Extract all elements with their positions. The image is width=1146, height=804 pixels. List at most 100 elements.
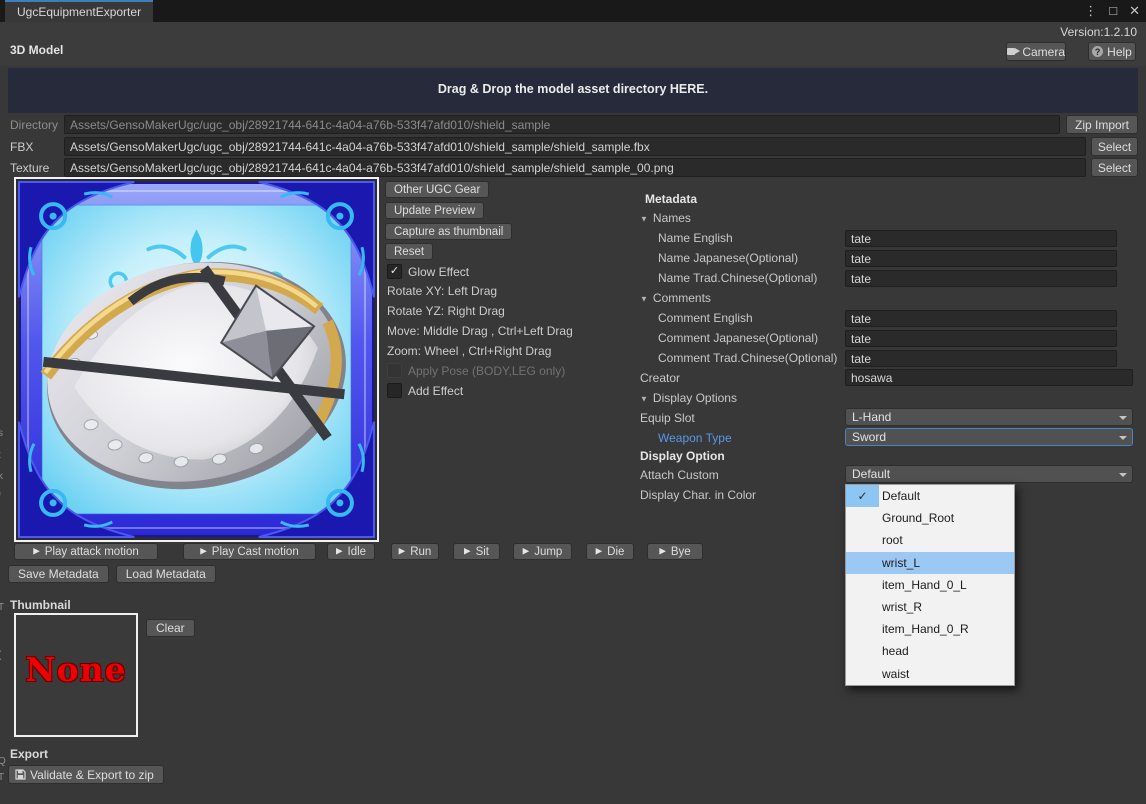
bye-button[interactable]: ▶ Bye bbox=[647, 543, 703, 560]
play-cast-motion-button[interactable]: ▶ Play Cast motion bbox=[183, 543, 316, 560]
reset-button[interactable]: Reset bbox=[385, 243, 433, 260]
close-icon[interactable]: ✕ bbox=[1129, 0, 1140, 22]
hint-zoom: Zoom: Wheel , Ctrl+Right Drag bbox=[387, 344, 551, 358]
display-char-label: Display Char. in Color bbox=[640, 488, 756, 502]
model-drop-zone[interactable]: Drag & Drop the model asset directory HE… bbox=[8, 68, 1138, 113]
chevron-down-icon bbox=[1119, 416, 1127, 420]
play-icon: ▶ bbox=[336, 546, 343, 557]
creator-label: Creator bbox=[640, 371, 680, 385]
texture-field[interactable]: Assets/GensoMakerUgc/ugc_obj/28921744-64… bbox=[64, 158, 1086, 177]
validate-export-button[interactable]: Validate & Export to zip bbox=[8, 765, 164, 784]
chevron-down-icon bbox=[1119, 436, 1127, 440]
maximize-icon[interactable]: □ bbox=[1109, 0, 1117, 22]
weapon-type-dropdown[interactable]: Sword bbox=[845, 428, 1133, 446]
selected-check-icon: ✓ bbox=[846, 485, 879, 507]
add-effect-checkbox[interactable]: Add Effect bbox=[387, 383, 463, 398]
version-label: Version:1.2.10 bbox=[1060, 25, 1137, 39]
attach-custom-popup: ✓ Default Ground_Root root wrist_L item_… bbox=[845, 484, 1015, 686]
save-metadata-button[interactable]: Save Metadata bbox=[8, 565, 109, 583]
comment-english-field[interactable]: tate bbox=[845, 310, 1117, 327]
comments-foldout[interactable]: ▼ Comments bbox=[640, 291, 711, 305]
fbx-select-button[interactable]: Select bbox=[1091, 137, 1138, 156]
comment-japanese-field[interactable]: tate bbox=[845, 330, 1117, 347]
help-button[interactable]: ? Help bbox=[1088, 42, 1136, 61]
name-chinese-field[interactable]: tate bbox=[845, 270, 1117, 287]
popup-item-ground-root[interactable]: Ground_Root bbox=[846, 507, 1014, 529]
comment-chinese-field[interactable]: tate bbox=[845, 350, 1117, 367]
die-button[interactable]: ▶ Die bbox=[586, 543, 634, 560]
play-attack-motion-button[interactable]: ▶ Play attack motion bbox=[14, 543, 158, 560]
toolbar: Version:1.2.10 3D Model Camera ? Help bbox=[0, 22, 1146, 66]
clear-thumbnail-button[interactable]: Clear bbox=[146, 619, 195, 637]
save-icon bbox=[15, 769, 26, 780]
tab-title: UgcEquipmentExporter bbox=[17, 5, 141, 19]
export-header: Export bbox=[10, 747, 48, 761]
run-button[interactable]: ▶ Run bbox=[391, 543, 439, 560]
sit-button[interactable]: ▶ Sit bbox=[453, 543, 500, 560]
fbx-label: FBX bbox=[10, 137, 33, 156]
foldout-open-icon: ▼ bbox=[640, 394, 648, 403]
comment-english-label: Comment English bbox=[658, 311, 753, 325]
play-icon: ▶ bbox=[399, 546, 406, 557]
shield-preview-render bbox=[16, 179, 377, 540]
creator-field[interactable]: hosawa bbox=[845, 369, 1133, 386]
ugc-equipment-exporter-window: UgcEquipmentExporter ⋮ □ ✕ Version:1.2.1… bbox=[0, 0, 1146, 804]
tab-ugc-equipment-exporter[interactable]: UgcEquipmentExporter bbox=[5, 0, 153, 22]
model-preview-viewport[interactable] bbox=[14, 177, 379, 542]
apply-pose-checkbox: Apply Pose (BODY,LEG only) bbox=[387, 363, 565, 378]
name-japanese-label: Name Japanese(Optional) bbox=[658, 251, 798, 265]
names-foldout[interactable]: ▼ Names bbox=[640, 211, 691, 225]
fbx-field[interactable]: Assets/GensoMakerUgc/ugc_obj/28921744-64… bbox=[64, 137, 1086, 156]
equip-slot-label: Equip Slot bbox=[640, 411, 695, 425]
foldout-open-icon: ▼ bbox=[640, 214, 648, 223]
camera-button[interactable]: Camera bbox=[1006, 42, 1066, 61]
display-option-header: Display Option bbox=[640, 449, 725, 463]
popup-item-head[interactable]: head bbox=[846, 640, 1014, 662]
checkbox-empty-icon bbox=[387, 383, 402, 398]
popup-item-default[interactable]: ✓ Default bbox=[846, 485, 1014, 507]
comment-japanese-label: Comment Japanese(Optional) bbox=[658, 331, 818, 345]
drop-zone-text: Drag & Drop the model asset directory HE… bbox=[438, 82, 708, 96]
attach-custom-dropdown[interactable]: Default bbox=[845, 465, 1133, 483]
popup-item-wrist-r[interactable]: wrist_R bbox=[846, 596, 1014, 618]
directory-field[interactable]: Assets/GensoMakerUgc/ugc_obj/28921744-64… bbox=[64, 115, 1060, 134]
chevron-down-icon bbox=[1119, 473, 1127, 477]
play-icon: ▶ bbox=[33, 546, 40, 557]
glow-effect-checkbox[interactable]: ✓ Glow Effect bbox=[387, 264, 469, 279]
display-options-foldout[interactable]: ▼ Display Options bbox=[640, 391, 737, 405]
comment-chinese-label: Comment Trad.Chinese(Optional) bbox=[658, 351, 837, 365]
foldout-open-icon: ▼ bbox=[640, 294, 648, 303]
texture-label: Texture bbox=[10, 158, 49, 177]
hint-move: Move: Middle Drag , Ctrl+Left Drag bbox=[387, 324, 573, 338]
zip-import-button[interactable]: Zip Import bbox=[1066, 115, 1138, 134]
idle-button[interactable]: ▶ Idle bbox=[327, 543, 375, 560]
window-menu-icon[interactable]: ⋮ bbox=[1084, 0, 1097, 22]
other-ugc-gear-button[interactable]: Other UGC Gear bbox=[385, 181, 489, 198]
directory-label: Directory bbox=[10, 115, 58, 134]
play-icon: ▶ bbox=[659, 546, 666, 557]
texture-select-button[interactable]: Select bbox=[1091, 158, 1138, 177]
jump-button[interactable]: ▶ Jump bbox=[513, 543, 572, 560]
camera-icon bbox=[1007, 47, 1018, 56]
left-edge-clipped-text: s t k f T ( l Q T bbox=[0, 0, 6, 804]
page-title: 3D Model bbox=[10, 43, 63, 57]
weapon-type-label: Weapon Type bbox=[658, 431, 732, 445]
popup-item-wrist-l[interactable]: wrist_L bbox=[846, 552, 1014, 574]
name-japanese-field[interactable]: tate bbox=[845, 250, 1117, 267]
load-metadata-button[interactable]: Load Metadata bbox=[116, 565, 216, 583]
popup-item-item-hand-0-r[interactable]: item_Hand_0_R bbox=[846, 618, 1014, 640]
update-preview-button[interactable]: Update Preview bbox=[385, 202, 484, 219]
metadata-header: Metadata bbox=[645, 192, 697, 206]
attach-custom-label: Attach Custom bbox=[640, 468, 719, 482]
thumbnail-none-text: None bbox=[25, 650, 126, 689]
popup-item-item-hand-0-l[interactable]: item_Hand_0_L bbox=[846, 574, 1014, 596]
play-icon: ▶ bbox=[464, 546, 471, 557]
popup-item-waist[interactable]: waist bbox=[846, 663, 1014, 685]
checkbox-check-icon: ✓ bbox=[387, 264, 402, 279]
name-english-field[interactable]: tate bbox=[845, 230, 1117, 247]
equip-slot-dropdown[interactable]: L-Hand bbox=[845, 408, 1133, 426]
help-icon: ? bbox=[1092, 46, 1103, 57]
capture-thumbnail-button[interactable]: Capture as thumbnail bbox=[385, 223, 512, 240]
popup-item-root[interactable]: root bbox=[846, 529, 1014, 551]
thumbnail-preview: None bbox=[14, 613, 138, 737]
